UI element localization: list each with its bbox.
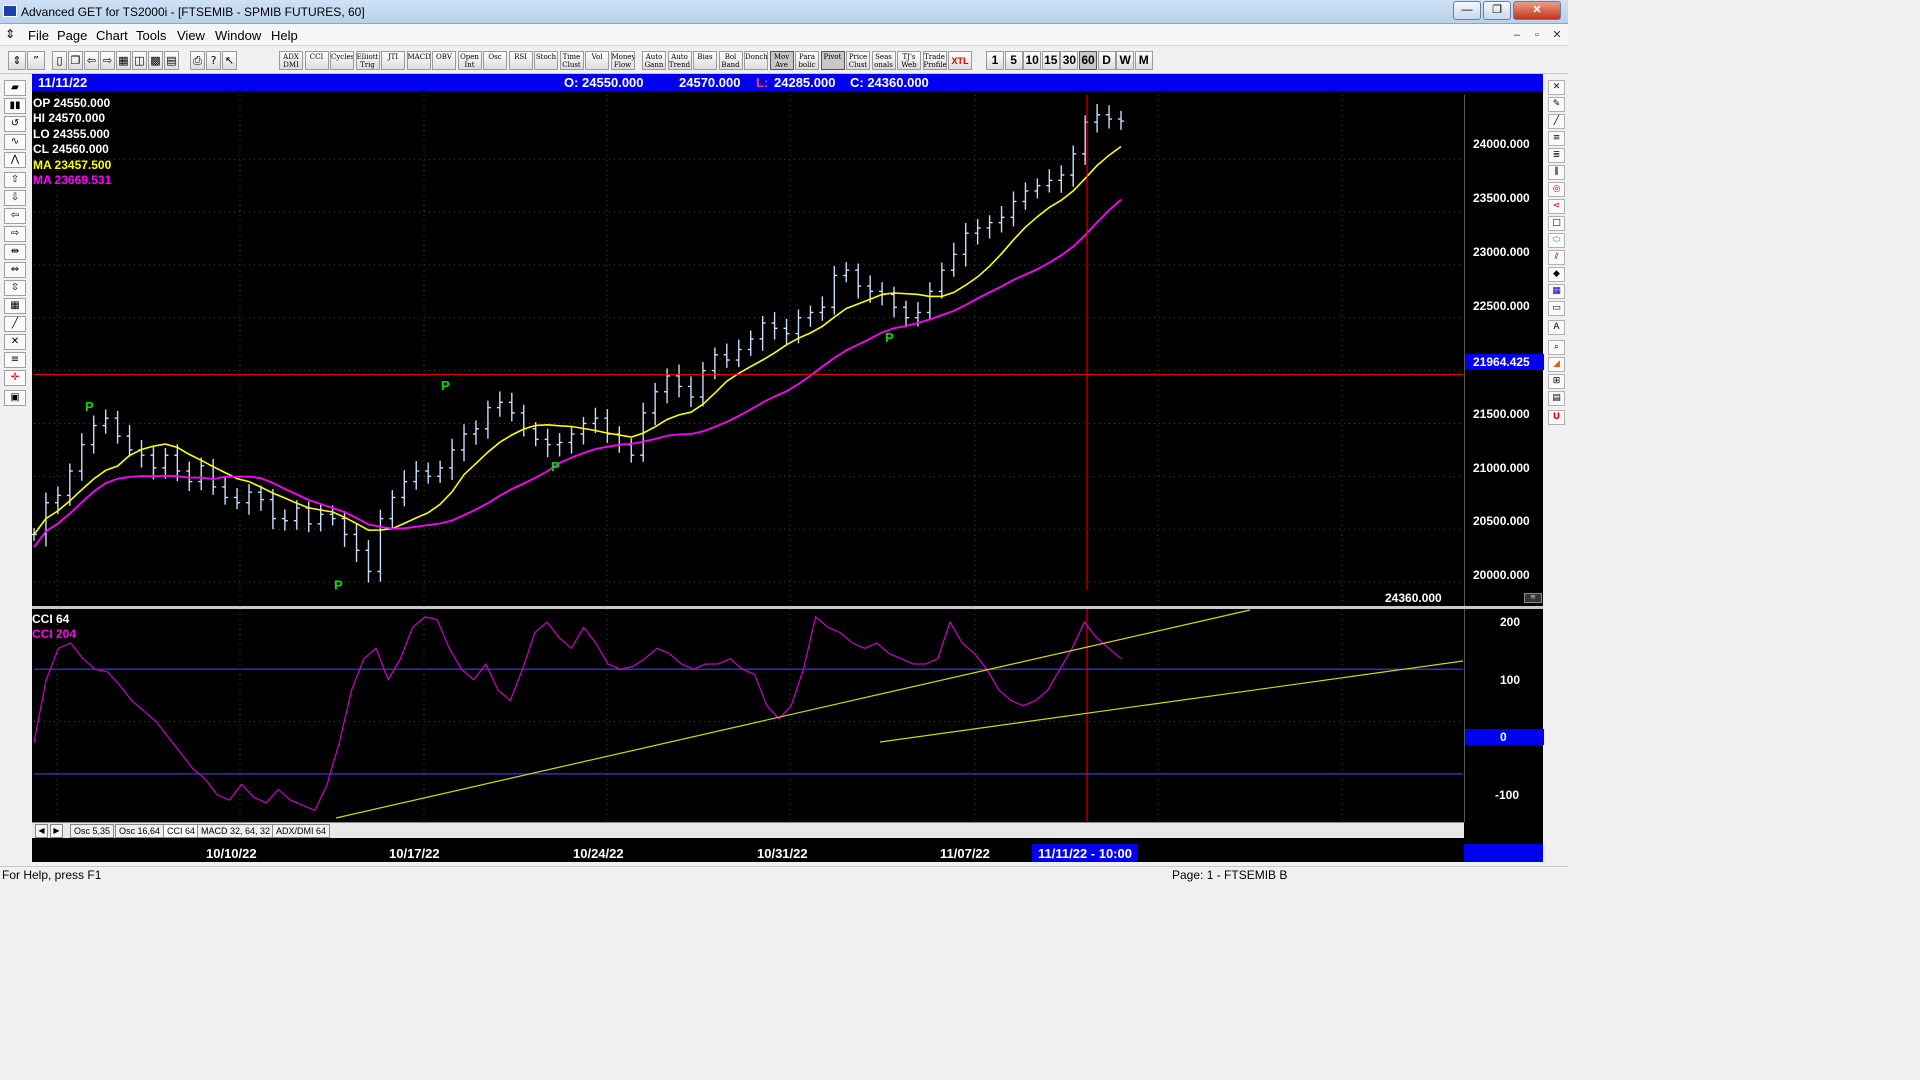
status-bar: For Help, press F1 Page: 1 - FTSEMIB B [0, 866, 1568, 882]
date-tick: 10/17/22 [389, 846, 440, 861]
pivot-marker: P [441, 378, 450, 393]
legend-open: OP 24550.000 [33, 96, 111, 110]
cursor-price-label: 21964.425 [1473, 355, 1530, 369]
pivot-marker: P [334, 578, 343, 593]
price-tick: 22500.000 [1473, 299, 1530, 313]
tab-macd[interactable]: MACD 32, 64, 32 [197, 824, 275, 838]
tab-osc-16-64[interactable]: Osc 16,64 [115, 824, 165, 838]
legend-ma-fast: MA 23457.500 [33, 158, 112, 172]
indicator-title: CCI 64 [32, 612, 70, 626]
tab-prev-button[interactable]: ◀ [35, 824, 48, 838]
date-tick: 10/24/22 [573, 846, 624, 861]
price-tick: 23000.000 [1473, 245, 1530, 259]
cci-trendline [879, 660, 1464, 743]
date-axis-corner [1464, 844, 1543, 862]
ma-slow-line [33, 198, 1122, 548]
price-tick: 20500.000 [1473, 514, 1530, 528]
pivot-marker: P [551, 459, 560, 474]
date-cursor-label: 11/11/22 - 10:00 [1032, 844, 1138, 862]
cci-line [33, 615, 1122, 812]
price-tick: 24000.000 [1473, 137, 1530, 151]
price-tick: 20000.000 [1473, 568, 1530, 582]
tab-next-button[interactable]: ▶ [50, 824, 63, 838]
cci-tick: -100 [1495, 788, 1520, 802]
cci-tick: 0 [1500, 730, 1507, 744]
price-tick: 21000.000 [1473, 461, 1530, 475]
price-axis: 24000.000 23500.000 23000.000 22500.000 … [1464, 95, 1544, 607]
cci-trendline [335, 609, 1251, 819]
date-tick: 10/31/22 [757, 846, 808, 861]
price-tick: 21500.000 [1473, 407, 1530, 421]
indicator-axis: 200 100 0 -100 [1464, 609, 1544, 822]
ma-fast-line [33, 145, 1122, 535]
legend-ma-slow: MA 23669.531 [33, 173, 112, 187]
panel-splitter[interactable] [32, 606, 1543, 609]
legend-low: LO 24355.000 [33, 127, 110, 141]
status-help: For Help, press F1 [2, 868, 102, 882]
legend-close: CL 24560.000 [33, 142, 109, 156]
indicator-tabs: ◀ ▶ Osc 5,35 Osc 16,64 CCI 64 MACD 32, 6… [32, 822, 1464, 838]
pivot-marker: P [85, 399, 94, 414]
chart-canvas[interactable]: P P P P P [0, 0, 1568, 882]
price-tick: 23500.000 [1473, 191, 1530, 205]
pivot-marker: P [885, 330, 894, 345]
tab-cci-64[interactable]: CCI 64 [163, 824, 200, 838]
date-tick: 11/07/22 [940, 846, 990, 861]
date-axis: 10/10/22 10/17/22 10/24/22 10/31/22 11/0… [32, 844, 1464, 862]
cci-tick: 100 [1500, 673, 1521, 687]
tab-osc-5-35[interactable]: Osc 5,35 [70, 824, 115, 838]
last-price-label: 24360.000 [1385, 591, 1442, 605]
date-tick: 10/10/22 [206, 846, 257, 861]
tab-adx-dmi[interactable]: ADX/DMI 64 [272, 824, 331, 838]
indicator-value: CCI 204 [32, 627, 77, 641]
legend-high: HI 24570.000 [33, 111, 106, 125]
scale-icon[interactable]: ≋ [1524, 593, 1542, 603]
status-page: Page: 1 - FTSEMIB B [1172, 868, 1288, 882]
cci-tick: 200 [1500, 615, 1521, 629]
